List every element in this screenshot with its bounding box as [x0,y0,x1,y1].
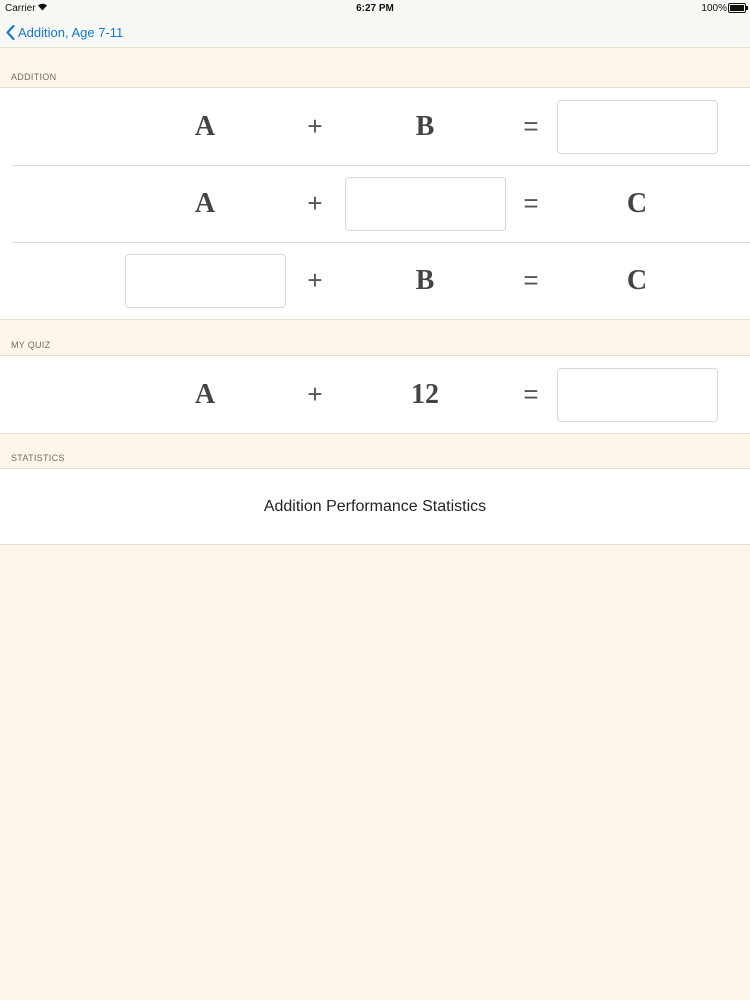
equals-sign: = [523,265,539,295]
statistics-group: Addition Performance Statistics [0,468,750,545]
answer-c-field[interactable] [556,99,718,154]
plus-sign: + [307,265,323,295]
equals-sign: = [523,188,539,218]
plus-sign: + [307,188,323,218]
clock: 6:27 PM [356,3,394,14]
addition-row: A + B = [0,88,750,165]
back-button-label: Addition, Age 7-11 [18,24,124,40]
quiz-answer-field[interactable] [556,367,718,422]
equals-sign: = [523,111,539,141]
answer-a-field[interactable] [124,253,286,308]
operand-a: A [194,378,216,410]
operand-b-value: 12 [411,378,439,410]
equals-sign: = [523,379,539,409]
result-c: C [626,187,648,219]
battery-percent: 100% [701,3,727,14]
section-header-my-quiz: MY QUIZ [11,340,51,350]
statistics-label: Addition Performance Statistics [263,497,487,515]
operand-b: B [415,110,435,142]
quiz-group: A + 12 = [0,355,750,434]
addition-row: + B = C [0,242,750,319]
section-header-statistics: STATISTICS [11,453,65,463]
plus-sign: + [307,379,323,409]
addition-group: A + B = A + = C + B = C [0,87,750,320]
operand-b: B [415,264,435,296]
battery-icon [728,3,748,13]
plus-sign: + [307,111,323,141]
result-c: C [626,264,648,296]
answer-b-field[interactable] [344,176,506,231]
operand-a: A [194,187,216,219]
operand-a: A [194,110,216,142]
quiz-row: A + 12 = [0,356,750,433]
navigation-bar: Addition, Age 7-11 [0,16,750,48]
back-button[interactable]: Addition, Age 7-11 [6,21,123,43]
chevron-left-icon [6,24,15,40]
status-bar: Carrier 6:27 PM 100% [0,0,750,16]
statistics-link[interactable]: Addition Performance Statistics [0,469,750,544]
section-header-addition: ADDITION [11,72,57,82]
addition-row: A + = C [0,165,750,242]
